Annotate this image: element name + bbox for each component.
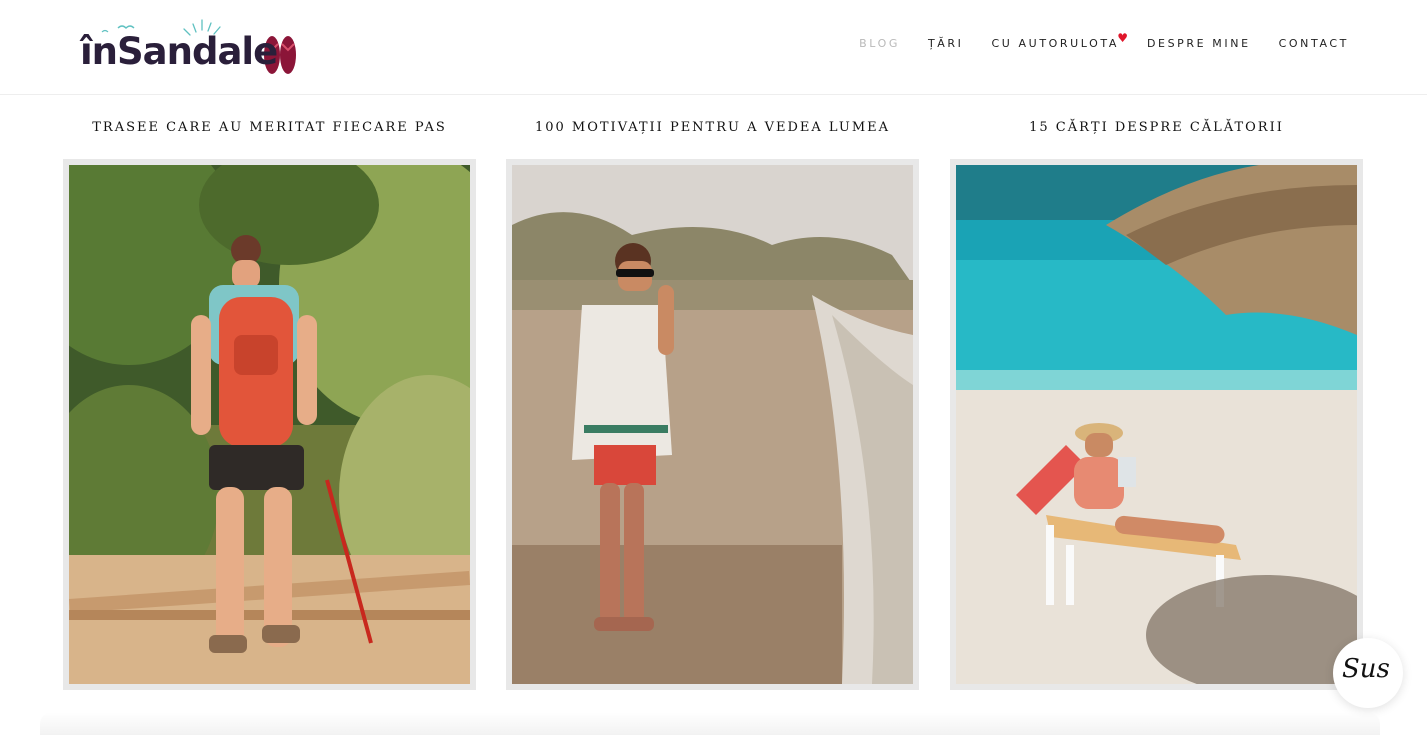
nav-item-tari[interactable]: ȚĂRI: [928, 37, 964, 50]
post-image-link[interactable]: [63, 159, 476, 690]
site-header: înSandale BLOG ȚĂRI CU AUTORULOTA ♥ DESP…: [0, 0, 1427, 95]
back-to-top-button[interactable]: Sus: [1333, 638, 1403, 708]
post-image-link[interactable]: [950, 159, 1363, 690]
nav-item-cu-autorulota-label: CU AUTORULOTA: [991, 37, 1119, 50]
nav-item-cu-autorulota[interactable]: CU AUTORULOTA ♥: [991, 31, 1128, 50]
post-card: TRASEE CARE AU MERITAT FIECARE PAS: [63, 112, 476, 690]
post-image: [69, 165, 470, 684]
heart-icon: ♥: [1117, 31, 1128, 45]
post-image: [512, 165, 913, 684]
site-logo[interactable]: înSandale: [78, 18, 300, 80]
logo-text: înSandale: [80, 30, 278, 73]
post-title[interactable]: TRASEE CARE AU MERITAT FIECARE PAS: [63, 112, 476, 144]
nav-item-contact[interactable]: CONTACT: [1279, 37, 1349, 50]
post-title[interactable]: 15 CĂRȚI DESPRE CĂLĂTORII: [950, 112, 1363, 144]
post-title[interactable]: 100 MOTIVAȚII PENTRU A VEDEA LUMEA: [506, 112, 919, 144]
post-image: [956, 165, 1357, 684]
nav-item-despre-mine[interactable]: DESPRE MINE: [1147, 37, 1251, 50]
back-to-top-label: Sus: [1342, 654, 1390, 684]
post-card: 100 MOTIVAȚII PENTRU A VEDEA LUMEA: [506, 112, 919, 690]
post-image-link[interactable]: [506, 159, 919, 690]
main-nav: BLOG ȚĂRI CU AUTORULOTA ♥ DESPRE MINE CO…: [831, 31, 1349, 50]
next-section-shadow: [40, 712, 1380, 735]
post-card: 15 CĂRȚI DESPRE CĂLĂTORII: [950, 112, 1363, 690]
nav-item-blog[interactable]: BLOG: [859, 37, 900, 50]
